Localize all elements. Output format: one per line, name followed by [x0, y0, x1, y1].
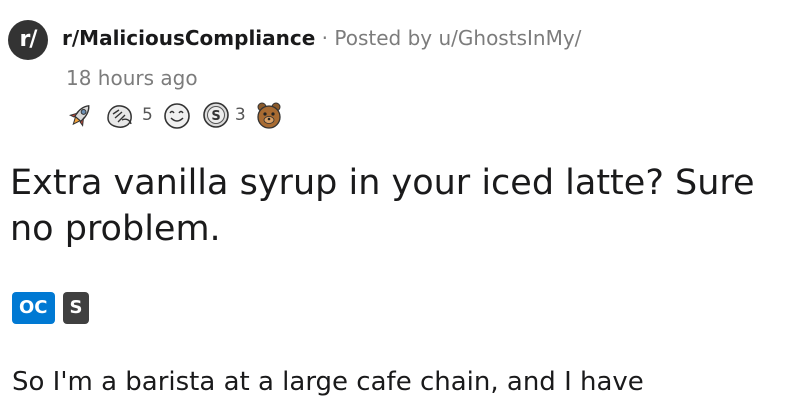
reddit-post: r/ r/MaliciousCompliance · Posted by u/G… — [0, 0, 800, 420]
subreddit-link[interactable]: r/MaliciousCompliance — [62, 26, 315, 50]
rocket-award-icon — [68, 105, 90, 127]
award-bear[interactable] — [254, 100, 284, 130]
flair-s-badge[interactable]: S — [62, 292, 90, 324]
bear-award-icon — [257, 102, 281, 129]
post-meta: r/MaliciousCompliance · Posted by u/Ghos… — [62, 22, 712, 54]
helpful-hands-award-icon — [107, 105, 132, 128]
award-helpful[interactable]: 5 — [104, 100, 153, 130]
flair-row: OC S — [12, 292, 97, 324]
posted-by-author[interactable]: Posted by u/GhostsInMy/ — [334, 26, 581, 50]
award-silver[interactable]: S 3 — [201, 100, 246, 130]
award-wholesome[interactable] — [161, 100, 193, 130]
svg-text:S: S — [211, 109, 220, 124]
wholesome-face-award-icon — [164, 103, 190, 129]
award-count: 5 — [142, 105, 153, 125]
subreddit-icon[interactable]: r/ — [8, 20, 48, 60]
meta-separator: · — [321, 26, 329, 50]
silver-coin-award-icon: S — [203, 102, 229, 128]
awards-bar[interactable]: 5 S 3 — [66, 100, 292, 130]
award-count: 3 — [234, 105, 246, 125]
flair-oc-badge[interactable]: OC — [12, 292, 55, 324]
post-timestamp[interactable]: 18 hours ago — [66, 64, 198, 92]
award-rocket[interactable] — [66, 100, 96, 130]
post-body: So I'm a barista at a large cafe chain, … — [12, 367, 644, 397]
post-title[interactable]: Extra vanilla syrup in your iced latte? … — [10, 160, 790, 252]
